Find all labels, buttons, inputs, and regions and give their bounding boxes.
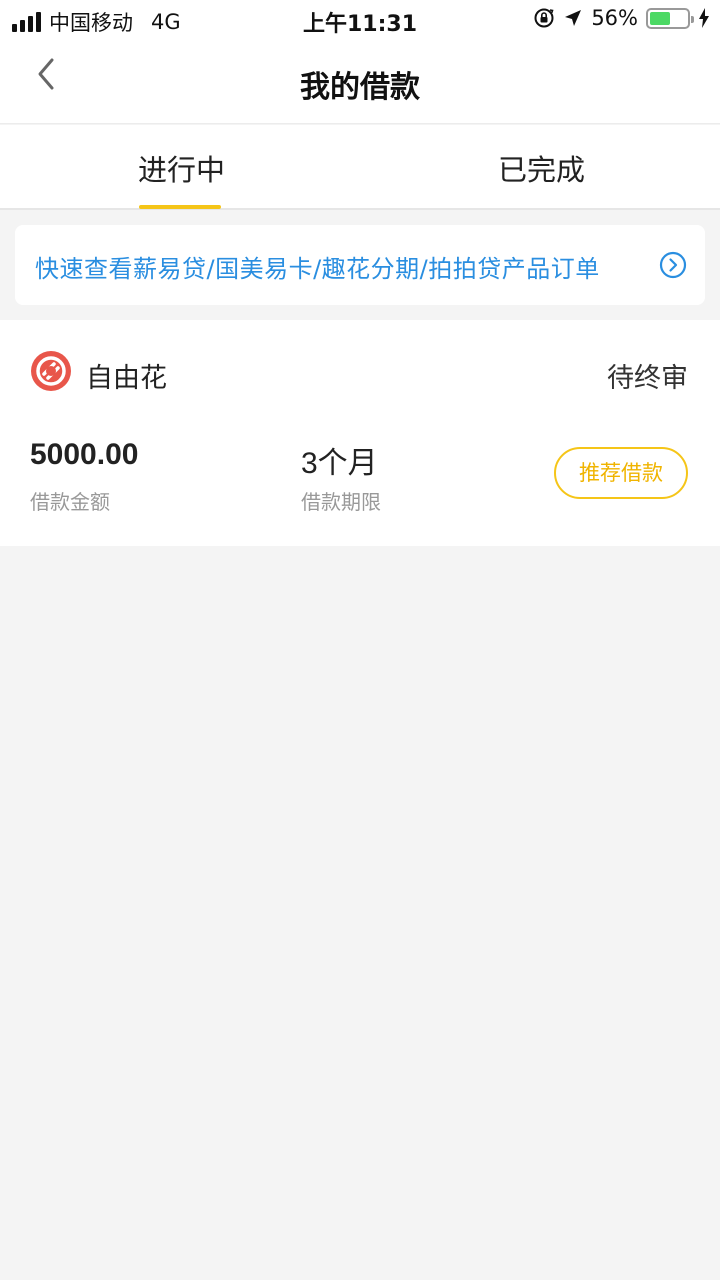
battery-fill xyxy=(650,11,671,25)
page-title: 我的借款 xyxy=(300,70,420,105)
quick-link-text: 快速查看薪易贷/国美易卡/趣花分期/拍拍贷产品订单 xyxy=(35,255,600,283)
nav-bar: 我的借款 xyxy=(0,40,720,124)
tab-label: 已完成 xyxy=(498,153,586,187)
status-right: 56% xyxy=(533,6,710,30)
battery-percent: 56% xyxy=(591,6,638,30)
tab-in-progress[interactable]: 进行中 xyxy=(0,125,360,210)
loan-term-label: 借款期限 xyxy=(301,490,381,514)
loan-amount-value: 5000.00 xyxy=(30,438,139,471)
ziyouhua-logo-icon xyxy=(31,351,71,391)
status-badge: 待终审 xyxy=(607,363,688,394)
circle-chevron-right-icon xyxy=(659,251,687,279)
recommend-loan-button[interactable]: 推荐借款 xyxy=(554,447,688,499)
quick-view-orders-link[interactable]: 快速查看薪易贷/国美易卡/趣花分期/拍拍贷产品订单 xyxy=(15,225,705,305)
loan-card[interactable]: 自由花 待终审 5000.00 借款金额 3个月 借款期限 推荐借款 xyxy=(0,320,720,546)
location-arrow-icon xyxy=(565,10,582,26)
tab-label: 进行中 xyxy=(138,153,226,187)
tab-bar: 进行中 已完成 xyxy=(0,125,720,210)
charging-bolt-icon xyxy=(699,8,709,28)
loan-term-value: 3个月 xyxy=(301,447,378,480)
status-bar: 中国移动 4G 上午11:31 56% xyxy=(0,0,720,40)
tab-active-indicator xyxy=(139,205,221,209)
battery-cap xyxy=(691,15,694,23)
loan-amount-label: 借款金额 xyxy=(30,490,110,514)
battery-icon xyxy=(646,7,694,29)
product-name: 自由花 xyxy=(86,363,167,394)
orientation-lock-icon xyxy=(534,8,554,28)
tab-completed[interactable]: 已完成 xyxy=(360,125,720,210)
